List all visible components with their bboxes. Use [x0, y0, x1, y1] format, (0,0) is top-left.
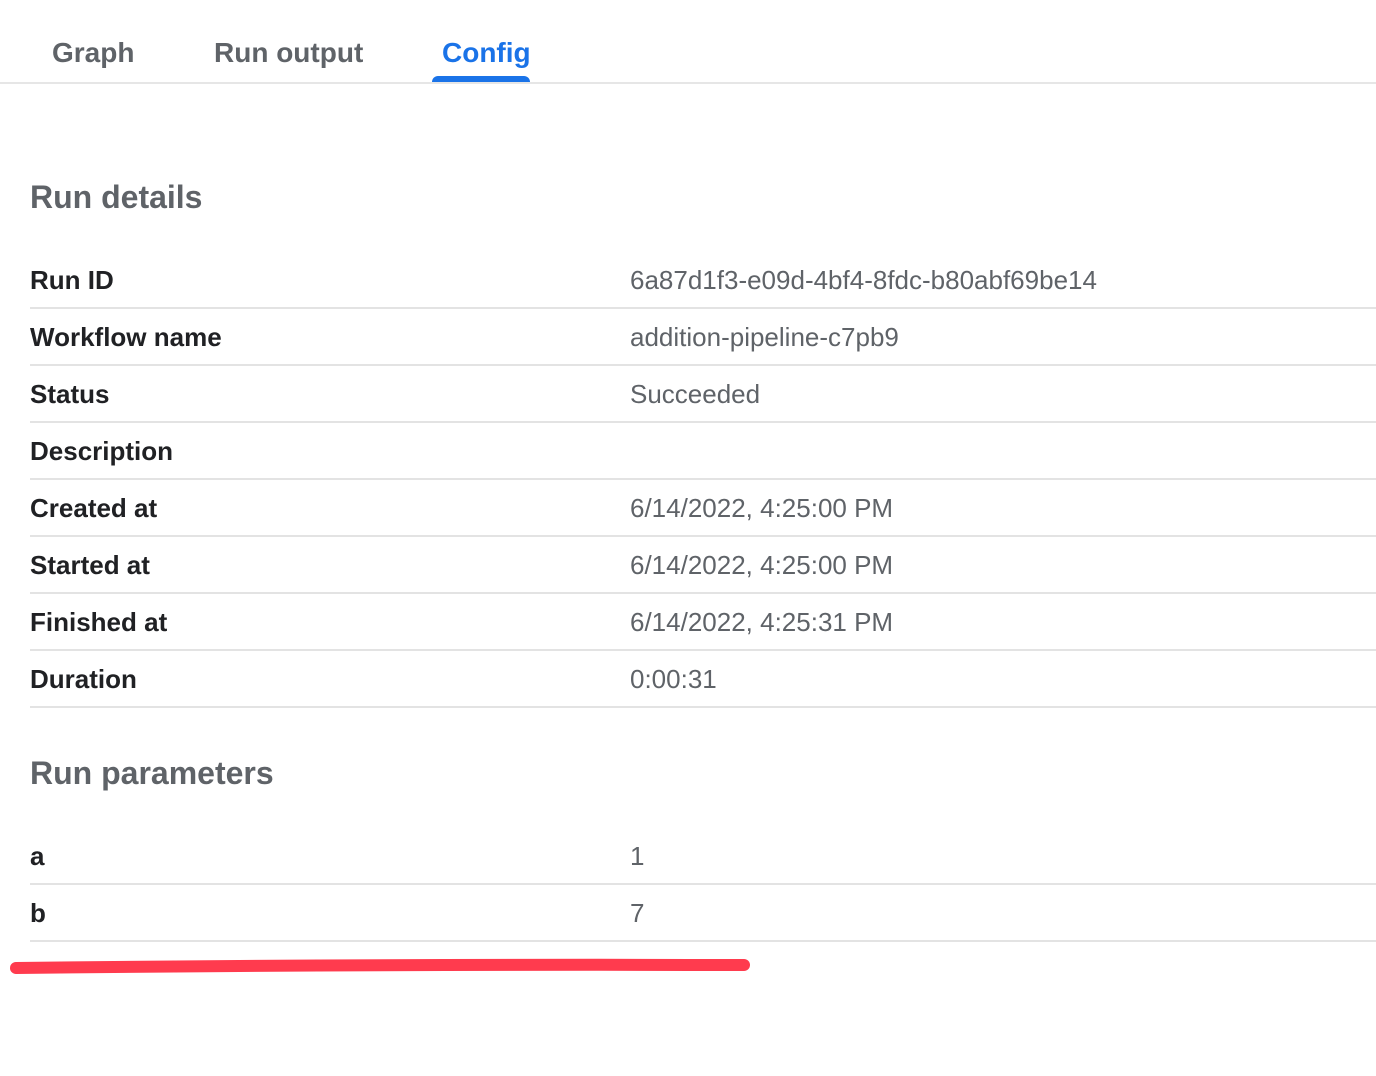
row-key: Description — [30, 436, 174, 466]
row-value: addition-pipeline-c7pb9 — [630, 322, 899, 352]
table-row: Finished at 6/14/2022, 4:25:31 PM — [30, 594, 1376, 651]
table-row: Status Succeeded — [30, 366, 1376, 423]
table-row: b 7 — [30, 885, 1376, 942]
run-parameters-table: a 1 b 7 — [30, 828, 1376, 942]
tab-graph[interactable]: Graph — [52, 36, 134, 70]
row-key: Created at — [30, 493, 158, 523]
tab-bar: Graph Run output Config — [0, 0, 1376, 84]
row-value: 7 — [630, 898, 645, 928]
run-parameters-title: Run parameters — [30, 755, 274, 791]
row-key: Finished at — [30, 607, 168, 637]
row-key: Duration — [30, 664, 137, 694]
row-key: b — [30, 898, 46, 928]
table-row: a 1 — [30, 828, 1376, 885]
row-key: a — [30, 841, 45, 871]
row-key: Status — [30, 379, 110, 409]
tab-run-output[interactable]: Run output — [214, 36, 363, 70]
tab-config[interactable]: Config — [442, 36, 531, 70]
table-row: Workflow name addition-pipeline-c7pb9 — [30, 309, 1376, 366]
active-tab-indicator — [432, 76, 530, 82]
row-value: 0:00:31 — [630, 664, 717, 694]
run-details-title: Run details — [30, 179, 203, 215]
table-row: Created at 6/14/2022, 4:25:00 PM — [30, 480, 1376, 537]
table-row: Duration 0:00:31 — [30, 651, 1376, 708]
row-key: Started at — [30, 550, 150, 580]
run-details-table: Run ID 6a87d1f3-e09d-4bf4-8fdc-b80abf69b… — [30, 252, 1376, 708]
row-key: Run ID — [30, 265, 114, 295]
row-value: 1 — [630, 841, 645, 871]
row-key: Workflow name — [30, 322, 222, 352]
row-value: 6/14/2022, 4:25:00 PM — [630, 550, 894, 580]
table-row: Run ID 6a87d1f3-e09d-4bf4-8fdc-b80abf69b… — [30, 252, 1376, 309]
row-value: 6/14/2022, 4:25:00 PM — [630, 493, 894, 523]
red-annotation-line — [10, 958, 750, 974]
table-row: Description — [30, 423, 1376, 480]
row-value: Succeeded — [630, 379, 761, 409]
table-row: Started at 6/14/2022, 4:25:00 PM — [30, 537, 1376, 594]
row-value: 6a87d1f3-e09d-4bf4-8fdc-b80abf69be14 — [630, 265, 1097, 295]
row-value: 6/14/2022, 4:25:31 PM — [630, 607, 894, 637]
